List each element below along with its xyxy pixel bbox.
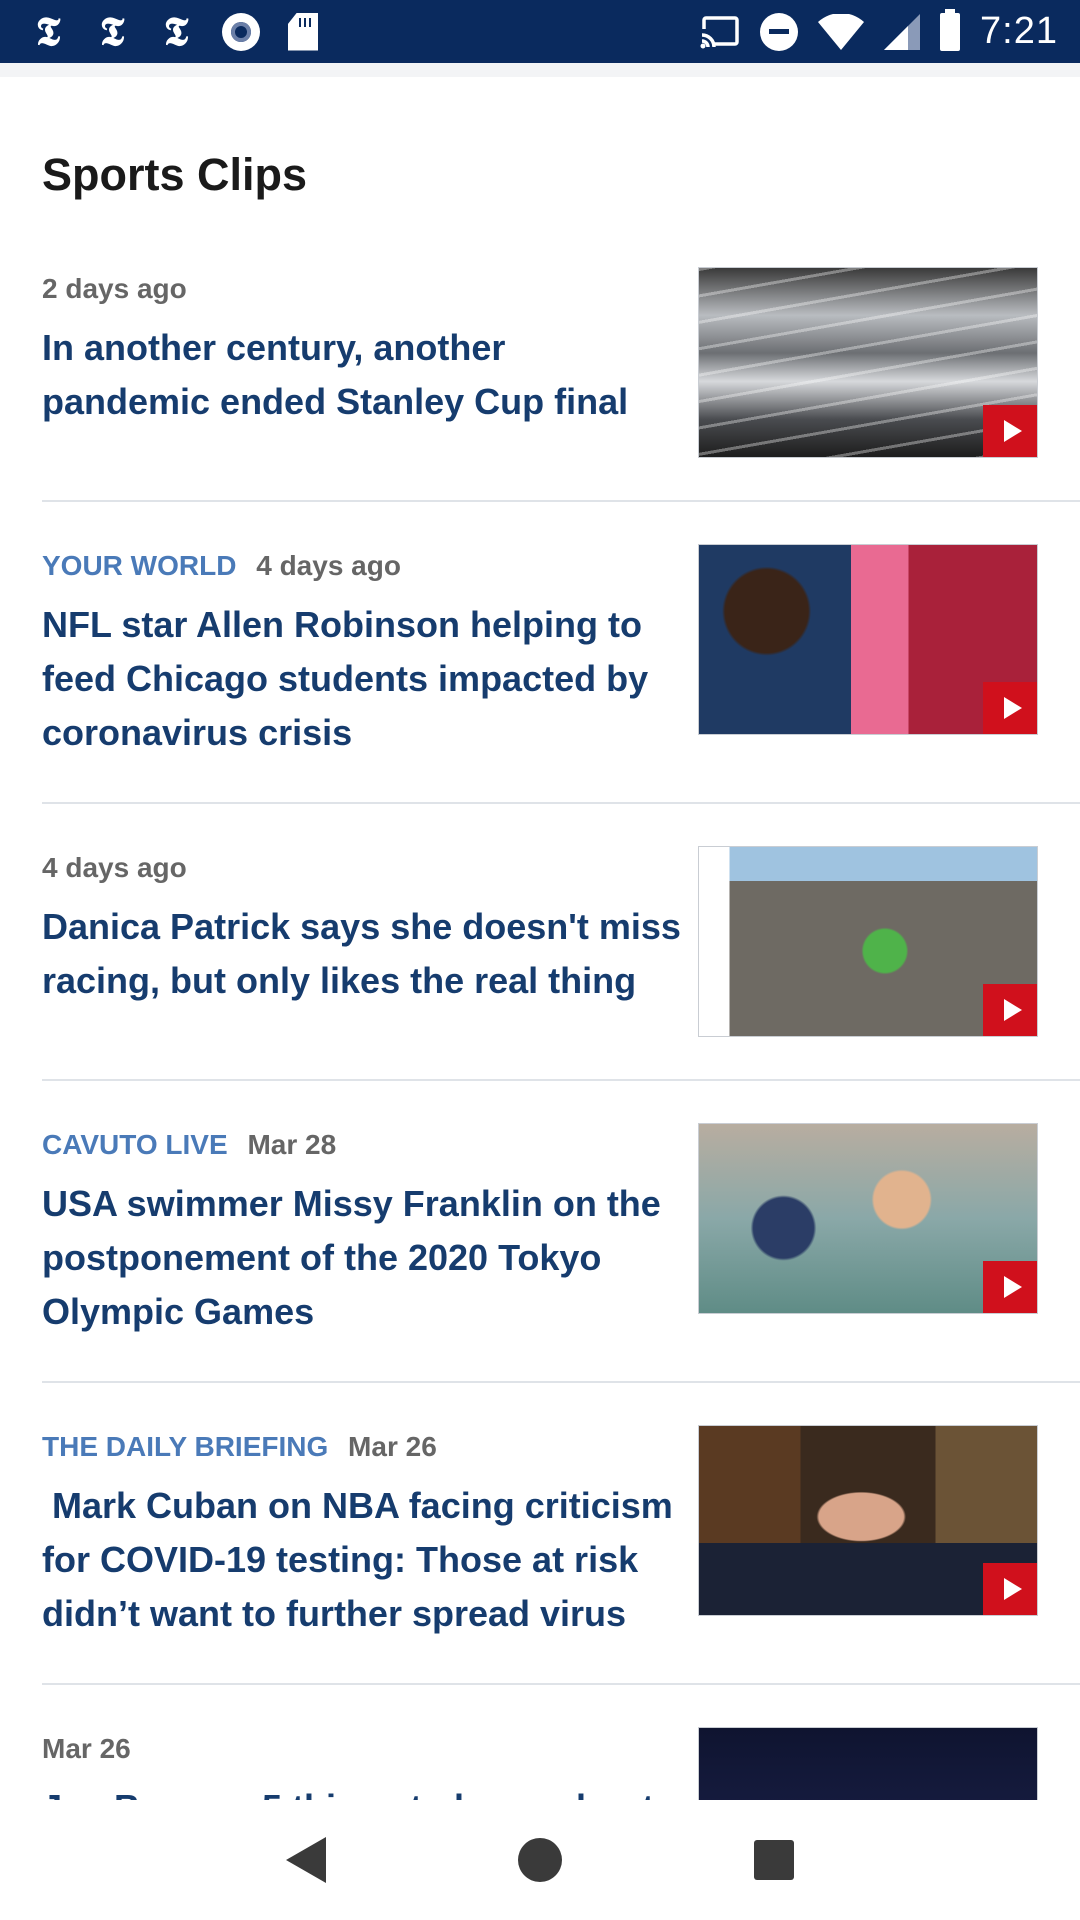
- item-time: Mar 26: [348, 1431, 437, 1462]
- item-thumbnail[interactable]: [698, 544, 1038, 735]
- play-icon[interactable]: [983, 1261, 1037, 1313]
- item-thumbnail[interactable]: [698, 267, 1038, 458]
- play-icon[interactable]: [983, 984, 1037, 1036]
- item-time: 4 days ago: [256, 550, 401, 581]
- item-kicker[interactable]: THE DAILY BRIEFING: [42, 1431, 328, 1462]
- signal-icon: [884, 13, 921, 50]
- item-thumbnail[interactable]: [698, 846, 1038, 1037]
- item-text: CAVUTO LIVE Mar 28 USA swimmer Missy Fra…: [42, 1123, 682, 1339]
- page-title: Sports Clips: [42, 149, 308, 200]
- back-icon[interactable]: [286, 1837, 326, 1883]
- play-icon[interactable]: [983, 682, 1037, 734]
- list-item[interactable]: 4 days ago Danica Patrick says she doesn…: [42, 804, 1080, 1081]
- item-meta: 4 days ago: [42, 852, 682, 884]
- status-time: 7:21: [980, 10, 1058, 52]
- item-headline[interactable]: Joe Burrow: 5 things to know about: [42, 1781, 682, 1800]
- record-icon: [222, 12, 260, 51]
- list-item[interactable]: Mar 26 Joe Burrow: 5 things to know abou…: [42, 1685, 1080, 1800]
- item-meta: YOUR WORLD 4 days ago: [42, 550, 682, 582]
- status-bar: 𝕿 𝕿 𝕿 7:21: [0, 0, 1080, 63]
- nyt-icon: 𝕿: [163, 7, 189, 55]
- item-text: THE DAILY BRIEFING Mar 26 Mark Cuban on …: [42, 1425, 682, 1641]
- do-not-disturb-icon: [760, 12, 799, 51]
- clip-list: 2 days ago In another century, another p…: [0, 267, 1080, 1800]
- item-meta: 2 days ago: [42, 273, 682, 305]
- status-bar-right: 7:21: [680, 8, 1058, 53]
- item-meta: Mar 26: [42, 1733, 682, 1765]
- item-headline[interactable]: NFL star Allen Robinson helping to feed …: [42, 598, 682, 760]
- item-time: 2 days ago: [42, 273, 187, 304]
- cast-icon: [700, 15, 739, 49]
- list-item[interactable]: YOUR WORLD 4 days ago NFL star Allen Rob…: [42, 502, 1080, 804]
- item-text: 2 days ago In another century, another p…: [42, 267, 682, 458]
- item-kicker[interactable]: CAVUTO LIVE: [42, 1129, 228, 1160]
- item-thumbnail[interactable]: [698, 1727, 1038, 1800]
- top-divider: [0, 63, 1080, 77]
- item-meta: THE DAILY BRIEFING Mar 26: [42, 1431, 682, 1463]
- item-headline[interactable]: Mark Cuban on NBA facing criticism for C…: [42, 1479, 682, 1641]
- item-text: Mar 26 Joe Burrow: 5 things to know abou…: [42, 1727, 682, 1800]
- item-time: Mar 26: [42, 1733, 131, 1764]
- nyt-icon: 𝕿: [35, 7, 61, 55]
- sd-card-icon: [288, 12, 318, 51]
- item-thumbnail[interactable]: [698, 1123, 1038, 1314]
- item-time: Mar 28: [247, 1129, 337, 1160]
- play-icon[interactable]: [983, 405, 1037, 457]
- wifi-icon: [818, 13, 865, 50]
- battery-icon: [940, 8, 961, 51]
- item-meta: CAVUTO LIVE Mar 28: [42, 1129, 682, 1161]
- list-item[interactable]: 2 days ago In another century, another p…: [42, 267, 1080, 502]
- item-text: YOUR WORLD 4 days ago NFL star Allen Rob…: [42, 544, 682, 760]
- recents-icon[interactable]: [754, 1840, 794, 1880]
- list-item[interactable]: THE DAILY BRIEFING Mar 26 Mark Cuban on …: [42, 1383, 1080, 1685]
- list-item[interactable]: CAVUTO LIVE Mar 28 USA swimmer Missy Fra…: [42, 1081, 1080, 1383]
- content-area[interactable]: Sports Clips 2 days ago In another centu…: [0, 77, 1080, 1800]
- item-time: 4 days ago: [42, 852, 187, 883]
- item-thumbnail[interactable]: [698, 1425, 1038, 1616]
- nyt-icon: 𝕿: [99, 7, 125, 55]
- play-icon[interactable]: [983, 1563, 1037, 1615]
- navigation-bar: [0, 1800, 1080, 1920]
- item-headline[interactable]: In another century, another pandemic end…: [42, 321, 682, 429]
- home-icon[interactable]: [518, 1838, 562, 1882]
- status-bar-left: 𝕿 𝕿 𝕿: [30, 7, 346, 55]
- item-text: 4 days ago Danica Patrick says she doesn…: [42, 846, 682, 1037]
- item-headline[interactable]: Danica Patrick says she doesn't miss rac…: [42, 900, 682, 1008]
- item-kicker[interactable]: YOUR WORLD: [42, 550, 236, 581]
- item-headline[interactable]: USA swimmer Missy Franklin on the postpo…: [42, 1177, 682, 1339]
